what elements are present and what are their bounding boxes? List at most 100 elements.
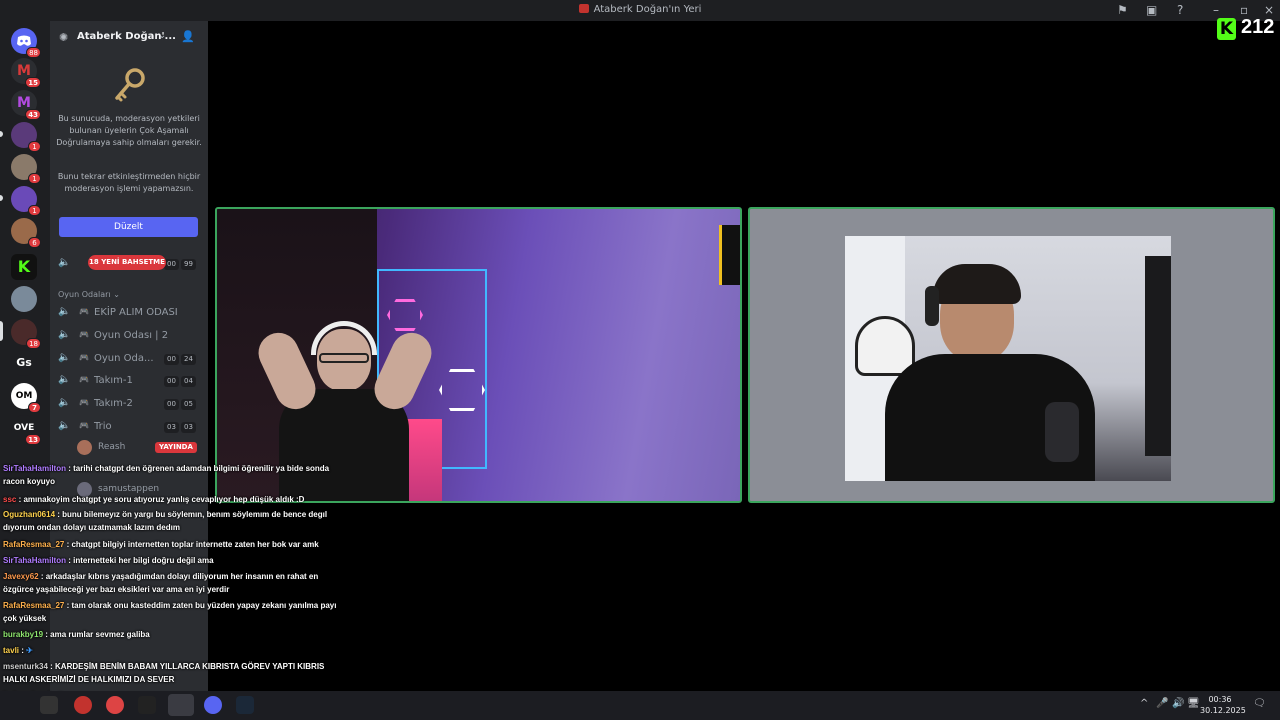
server-avatar-4[interactable] — [11, 286, 37, 312]
voice-channel-trio[interactable]: 🔈 🎮 Trio 03 03 — [50, 417, 208, 437]
search-icon[interactable] — [40, 696, 58, 714]
fix-button[interactable]: Düzelt — [59, 217, 198, 237]
server-gs[interactable]: Gs — [11, 350, 37, 376]
video-tile-streamer-1[interactable] — [215, 207, 742, 503]
chat-message: SirTahaHamilton : tarihi chatgpt den öğr… — [3, 464, 330, 486]
server-boost-icon: ✺ — [59, 31, 69, 44]
user-count: 00 — [164, 399, 179, 410]
chat-username: SirTahaHamilton — [3, 556, 66, 565]
speaker-icon: 🔈 — [58, 306, 71, 317]
channel-name: Oyun Oda... — [94, 353, 154, 364]
clock-time: 00:36 — [1208, 695, 1232, 704]
gamepad-icon: 🎮 — [79, 398, 89, 407]
mention-badge: 13 — [25, 434, 41, 445]
app-icon — [578, 4, 589, 13]
streamer-2-camera — [845, 236, 1171, 481]
user-count: 00 — [164, 259, 179, 270]
network-icon[interactable]: 🖥 — [1187, 698, 1200, 709]
window-title-text: Ataberk Doğan'ın Yeri — [593, 4, 702, 15]
add-user-icon[interactable]: 👤 — [181, 30, 195, 43]
gamepad-icon: 🎮 — [79, 375, 89, 384]
app-icon[interactable] — [138, 696, 156, 714]
mfa-warning-card: Bu sunucuda, moderasyon yetkileri buluna… — [50, 55, 208, 241]
chat-message: RafaResmaa_27 : tam olarak onu kasteddim… — [3, 601, 337, 623]
mfa-warning: Bunu tekrar etkinleştirmeden hiçbir mode… — [57, 172, 201, 193]
mention-badge: 1 — [28, 173, 41, 184]
volume-icon[interactable]: 🔊 — [1172, 698, 1184, 709]
chat-message: msenturk34 : KARDEŞİM BENİM BABAM YILLAR… — [3, 662, 325, 684]
discord-home-icon[interactable]: 88 — [11, 28, 41, 58]
user-limit: 99 — [181, 259, 196, 270]
chat-username: Javexy62 — [3, 572, 39, 581]
chevron-down-icon[interactable]: ⌄ — [158, 30, 166, 41]
maximize-icon[interactable]: ▫ — [1240, 3, 1248, 17]
chat-text: arkadaşlar kıbrıs yaşadığımdan dolayı di… — [3, 572, 319, 594]
selected-pill — [0, 321, 3, 341]
user-count: 03 — [164, 422, 179, 433]
user-limit: 05 — [181, 399, 196, 410]
channel-name: EKİP ALIM ODASI — [94, 307, 178, 318]
chat-text: internetteki her bilgi doğru değil ama — [73, 556, 214, 565]
voice-channel-takim-2[interactable]: 🔈 🎮 Takım-2 00 05 — [50, 394, 208, 414]
server-anime[interactable]: 1 — [11, 122, 41, 152]
server-m-red[interactable]: M 15 — [11, 58, 41, 88]
inbox-icon[interactable]: ▣ — [1146, 3, 1157, 17]
user-limit: 04 — [181, 376, 196, 387]
server-avatar-1[interactable]: 1 — [11, 154, 41, 184]
browser-icon[interactable] — [106, 696, 124, 714]
voice-channel-ekip-alim[interactable]: 🔈 🎮 EKİP ALIM ODASI — [50, 303, 208, 323]
gamepad-icon: 🎮 — [79, 353, 89, 362]
kick-logo-icon: K — [1217, 18, 1236, 40]
mic-icon[interactable]: 🎤 — [1156, 698, 1168, 709]
server-m-purple[interactable]: M 43 — [11, 90, 41, 120]
glasses — [319, 353, 369, 363]
minimize-icon[interactable]: – — [1213, 3, 1219, 17]
user-name: Reash — [98, 442, 126, 452]
discord-icon[interactable] — [204, 696, 222, 714]
chat-username: ssc — [3, 495, 17, 504]
server-header[interactable]: ✺ Ataberk Doğan'... ⌄ 👤 — [50, 21, 208, 55]
obs-icon[interactable] — [168, 694, 194, 716]
voice-user-reash[interactable]: Reash YAYINDA — [77, 439, 205, 457]
system-clock[interactable]: 00:36 30.12.2025 — [1200, 694, 1246, 716]
voice-channel-oyun-odasi-2[interactable]: 🔈 🎮 Oyun Odası | 2 — [50, 326, 208, 346]
channel-name: Takım-2 — [94, 398, 133, 409]
live-badge: YAYINDA — [155, 442, 197, 453]
server-ovt-label: OVE — [13, 423, 35, 433]
server-kick[interactable]: K — [11, 254, 37, 280]
chat-message: burakby19 : ama rumlar sevmez galiba — [3, 630, 150, 639]
viewer-count: 212 — [1241, 16, 1275, 38]
flag-icon[interactable]: ⚑ — [1117, 3, 1128, 17]
window-title: Ataberk Doğan'ın Yeri — [0, 4, 1280, 15]
chat-username: RafaResmaa_27 — [3, 601, 65, 610]
category-oyun-odalari[interactable]: Oyun Odaları ⌄ — [58, 290, 120, 299]
steam-icon[interactable] — [236, 696, 254, 714]
chat-message: tavli : ✈ — [3, 646, 33, 655]
voice-channel-oyun-oda[interactable]: 🔈 🎮 Oyun Oda... 00 24 — [50, 349, 208, 369]
windows-taskbar: ^ 🎤 🔊 🖥 00:36 30.12.2025 🗨 — [0, 691, 1280, 720]
server-avatar-3[interactable]: 6 — [11, 218, 41, 248]
server-avatar-5[interactable]: 18 — [11, 319, 41, 349]
category-label: Oyun Odaları — [58, 290, 111, 299]
chat-message: Javexy62 : arkadaşlar kıbrıs yaşadığımda… — [3, 572, 319, 594]
server-ovt[interactable]: OVE 13 — [11, 415, 41, 445]
close-icon[interactable]: × — [1264, 3, 1274, 17]
server-om[interactable]: OM 7 — [11, 383, 41, 413]
discord-screen: Ataberk Doğan'ın Yeri ⚑ ▣ ? – ▫ × K 212 … — [0, 0, 1280, 720]
speaker-icon: 🔈 — [58, 352, 71, 363]
app-icon[interactable] — [74, 696, 92, 714]
speaker-icon: 🔈 — [58, 397, 71, 408]
help-icon[interactable]: ? — [1177, 3, 1183, 17]
chevron-up-icon[interactable]: ^ — [1140, 698, 1148, 709]
voice-channel-takim-1[interactable]: 🔈 🎮 Takım-1 00 04 — [50, 371, 208, 391]
new-mentions-pill[interactable]: 18 YENİ BAHSETME — [88, 255, 166, 270]
chat-message: ssc : amınakoyim chatgpt ye soru atıyoru… — [3, 495, 305, 504]
kick-viewer-badge: K 212 — [1214, 16, 1280, 42]
user-limit: 03 — [181, 422, 196, 433]
server-avatar-2[interactable]: 1 — [11, 186, 41, 216]
chat-text: amınakoyim chatgpt ye soru atıyoruz yanl… — [23, 495, 305, 504]
mention-badge: 7 — [28, 402, 41, 413]
chat-username: Oguzhan0614 — [3, 510, 56, 519]
notification-icon[interactable]: 🗨 — [1253, 698, 1266, 709]
video-tile-streamer-2[interactable] — [748, 207, 1275, 503]
